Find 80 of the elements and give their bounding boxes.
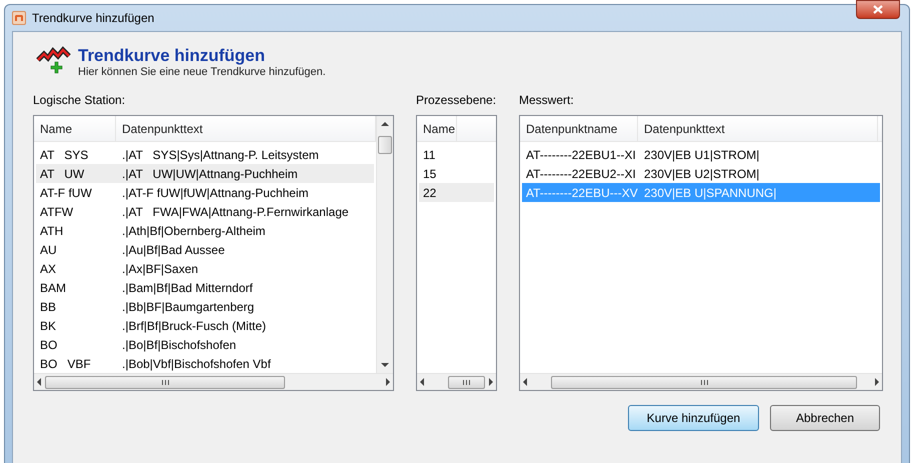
list-row[interactable]: AT--------22EBU2--XI 230V|EB U2|STROM|: [522, 164, 880, 183]
scroll-right-icon[interactable]: [489, 378, 493, 386]
cell-text: AT SYS: [39, 146, 90, 164]
cell-text: .|Bb|BF|Baumgartenberg: [121, 298, 256, 316]
scroll-up-icon[interactable]: [381, 122, 389, 126]
cell-text: .|AT-F fUW|fUW|Attnang-Puchheim: [121, 184, 310, 202]
list-row[interactable]: AT UW .|AT UW|UW|Attnang-Puchheim: [36, 164, 374, 183]
list-row[interactable]: ATFW .|AT FWA|FWA|Attnang-P.Fernwirkanlage: [36, 202, 374, 221]
cell-text: .|AT FWA|FWA|Attnang-P.Fernwirkanlage: [121, 204, 350, 220]
cell-text: AT-F fUW: [39, 184, 93, 202]
cell-text: BO VBF: [39, 356, 92, 372]
cell-text: BK: [39, 318, 58, 334]
cell-text: 230V|EB U|SPANNUNG|: [643, 184, 778, 202]
add-curve-button[interactable]: Kurve hinzufügen: [628, 405, 759, 431]
cell-text: AT--------22EBU1--XI: [525, 146, 637, 164]
cell-text: BO: [39, 336, 58, 354]
cell-text: 22: [422, 184, 438, 202]
cell-text: BB: [39, 298, 58, 316]
scrollbar-thumb[interactable]: [45, 376, 285, 388]
cancel-button[interactable]: Abbrechen: [770, 405, 880, 431]
column-header[interactable]: Datenpunktname: [520, 116, 638, 141]
column-header[interactable]: Datenpunkttext: [638, 116, 878, 141]
cell-text: .|Brf|Bf|Bruck-Fusch (Mitte): [121, 318, 268, 334]
section-label: Prozessebene:: [416, 92, 497, 109]
cell-text: .|Ax|BF|Saxen: [121, 260, 200, 278]
scroll-left-icon[interactable]: [420, 378, 424, 386]
cell-text: .|Bam|Bf|Bad Mitterndorf: [121, 280, 254, 296]
dialog-heading: Trendkurve hinzufügen: [78, 46, 266, 66]
list-row[interactable]: 22: [419, 183, 494, 202]
vertical-scrollbar[interactable]: [376, 116, 393, 373]
list-row[interactable]: BAM .|Bam|Bf|Bad Mitterndorf: [36, 278, 374, 297]
scrollbar-thumb[interactable]: [551, 376, 857, 388]
cell-text: 230V|EB U1|STROM|: [643, 146, 760, 164]
cell-text: 230V|EB U2|STROM|: [643, 166, 760, 182]
list-row[interactable]: BK .|Brf|Bf|Bruck-Fusch (Mitte): [36, 316, 374, 335]
cell-text: .|Bob|Vbf|Bischofshofen Vbf: [121, 356, 272, 372]
horizontal-scrollbar[interactable]: [520, 373, 882, 390]
cell-text: AU: [39, 242, 58, 258]
scroll-right-icon[interactable]: [386, 378, 390, 386]
list-row[interactable]: AT--------22EBU1--XI 230V|EB U1|STROM|: [522, 145, 880, 164]
cell-text: 11: [422, 146, 436, 164]
cell-text: 15: [422, 166, 438, 182]
cell-text: AT UW: [39, 166, 86, 182]
cell-text: ATFW: [39, 204, 74, 220]
scroll-down-icon[interactable]: [381, 363, 389, 367]
section-label: Logische Station:: [33, 92, 126, 109]
list-row[interactable]: BO .|Bo|Bf|Bischofshofen: [36, 335, 374, 354]
section-label: Messwert:: [519, 92, 575, 109]
scroll-right-icon[interactable]: [875, 378, 879, 386]
scroll-left-icon[interactable]: [37, 378, 41, 386]
list-row[interactable]: AT SYS .|AT SYS|Sys|Attnang-P. Leitsystem: [36, 145, 374, 164]
cell-text: .|AT UW|UW|Attnang-Puchheim: [121, 166, 299, 182]
cell-text: .|Ath|Bf|Obernberg-Altheim: [121, 222, 266, 240]
cell-text: .|AT SYS|Sys|Attnang-P. Leitsystem: [121, 146, 320, 164]
close-icon: [873, 5, 883, 14]
list-row[interactable]: AX .|Ax|BF|Saxen: [36, 259, 374, 278]
cell-text: .|Bo|Bf|Bischofshofen: [121, 336, 238, 354]
cell-text: AT--------22EBU---XV: [525, 184, 639, 202]
list-row[interactable]: AU .|Au|Bf|Bad Aussee: [36, 240, 374, 259]
cell-text: BAM: [39, 280, 68, 296]
dialog-subtitle: Hier können Sie eine neue Trendkurve hinzufügen.: [78, 66, 326, 79]
window-title: Trendkurve hinzufügen: [32, 10, 154, 27]
list-row[interactable]: ATH .|Ath|Bf|Obernberg-Altheim: [36, 221, 374, 240]
list-row[interactable]: AT-F fUW .|AT-F fUW|fUW|Attnang-Puchheim: [36, 183, 374, 202]
cell-text: .|Au|Bf|Bad Aussee: [121, 242, 226, 258]
list-row[interactable]: BO VBF .|Bob|Vbf|Bischofshofen Vbf: [36, 354, 374, 373]
scroll-left-icon[interactable]: [523, 378, 527, 386]
horizontal-scrollbar[interactable]: [417, 373, 496, 390]
app-icon: [12, 11, 26, 25]
scrollbar-thumb[interactable]: [378, 136, 392, 154]
scrollbar-thumb[interactable]: [448, 376, 485, 388]
close-button[interactable]: [856, 0, 900, 19]
cell-text: AT--------22EBU2--XI: [525, 166, 637, 182]
list-row[interactable]: BB .|Bb|BF|Baumgartenberg: [36, 297, 374, 316]
horizontal-scrollbar[interactable]: [34, 373, 393, 390]
cell-text: ATH: [39, 222, 64, 240]
column-header[interactable]: Name: [34, 116, 116, 141]
list-row[interactable]: 11: [419, 145, 494, 164]
list-row[interactable]: 15: [419, 164, 494, 183]
cell-text: AX: [39, 260, 58, 278]
